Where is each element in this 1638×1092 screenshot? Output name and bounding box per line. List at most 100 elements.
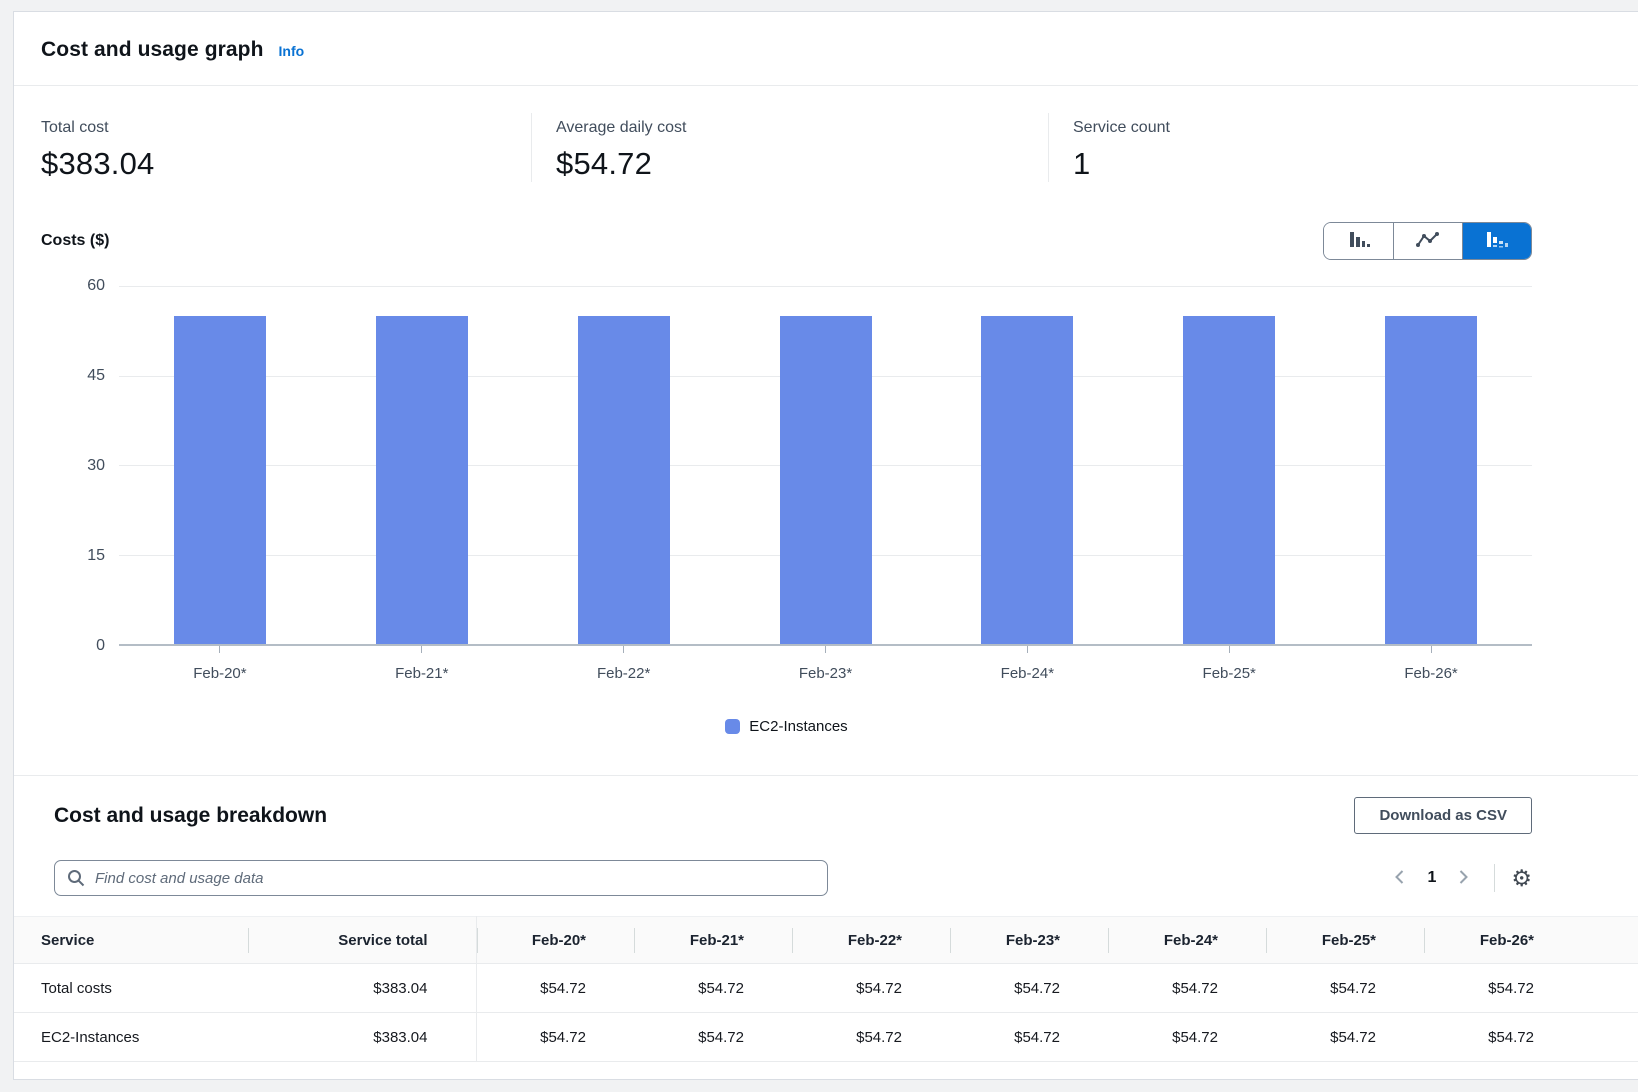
value-cell: $54.72 — [950, 1013, 1108, 1062]
bar-Feb-25*[interactable] — [1183, 316, 1275, 644]
y-axis-labels: 604530150 — [41, 286, 119, 646]
line-chart-toggle-button[interactable] — [1393, 223, 1462, 259]
chevron-right-icon — [1454, 868, 1472, 889]
bar-Feb-21*[interactable] — [376, 316, 468, 644]
chart-type-toggle — [1323, 222, 1532, 260]
stacked-bar-chart-toggle-button[interactable] — [1462, 223, 1531, 259]
controls-divider — [1494, 864, 1495, 892]
column-header-service: Service — [14, 917, 248, 964]
legend-label[interactable]: EC2-Instances — [749, 718, 847, 735]
x-axis-slot: Feb-23* — [725, 646, 927, 682]
current-page-number[interactable]: 1 — [1427, 869, 1436, 887]
value-cell: $54.72 — [1424, 964, 1582, 1013]
chart-legend: EC2-Instances — [41, 718, 1532, 775]
value-cell: $54.72 — [792, 1013, 950, 1062]
x-axis-label: Feb-22* — [523, 665, 725, 682]
value-cell: $54.72 — [1266, 964, 1424, 1013]
value-cell: $54.72 — [476, 964, 634, 1013]
stat-service-count: Service count 1 — [1048, 113, 1565, 182]
card-header: Cost and usage graph Info — [14, 12, 1638, 86]
bar-slot — [1128, 286, 1330, 644]
value-cell: $54.72 — [1266, 1013, 1424, 1062]
x-tick-mark — [1027, 646, 1028, 653]
bar-slot — [1330, 286, 1532, 644]
table-settings-button[interactable]: ⚙ — [1511, 867, 1532, 890]
search-input[interactable] — [54, 860, 828, 896]
search-icon — [66, 868, 86, 893]
cost-and-usage-card: Cost and usage graph Info Total cost $38… — [13, 11, 1638, 1080]
x-axis-slot: Feb-22* — [523, 646, 725, 682]
gear-icon: ⚙ — [1511, 865, 1532, 891]
bar-Feb-20*[interactable] — [174, 316, 266, 644]
bar-chart-toggle-button[interactable] — [1324, 223, 1393, 259]
y-tick-label: 15 — [87, 547, 105, 565]
y-tick-label: 45 — [87, 367, 105, 385]
x-tick-mark — [1229, 646, 1230, 653]
value-cell: $383.04 — [248, 964, 476, 1013]
value-cell: $54.72 — [634, 964, 792, 1013]
stacked-bar-chart-icon — [1484, 229, 1510, 254]
bar-Feb-24*[interactable] — [981, 316, 1073, 644]
plot-area — [119, 286, 1532, 646]
chart-axis-title: Costs ($) — [41, 232, 109, 250]
bar-Feb-26*[interactable] — [1385, 316, 1477, 644]
x-axis-label: Feb-21* — [321, 665, 523, 682]
bar-slot — [926, 286, 1128, 644]
value-cell: $383.04 — [248, 1013, 476, 1062]
column-header-feb-22: Feb-22* — [792, 917, 950, 964]
value-cell: $54.72 — [1108, 964, 1266, 1013]
x-axis-label: Feb-23* — [725, 665, 927, 682]
x-tick-mark — [623, 646, 624, 653]
info-link[interactable]: Info — [279, 43, 305, 59]
y-tick-label: 0 — [96, 637, 105, 655]
column-header-feb-21: Feb-21* — [634, 917, 792, 964]
column-header-feb-23: Feb-23* — [950, 917, 1108, 964]
page-title: Cost and usage graph — [41, 38, 264, 62]
bar-chart-icon — [1347, 229, 1371, 254]
value-cell: $54.72 — [950, 964, 1108, 1013]
x-tick-mark — [825, 646, 826, 653]
service-name-cell: EC2-Instances — [14, 1013, 248, 1062]
stat-label: Average daily cost — [556, 119, 1024, 137]
x-tick-mark — [421, 646, 422, 653]
bar-Feb-23*[interactable] — [780, 316, 872, 644]
column-header-feb-25: Feb-25* — [1266, 917, 1424, 964]
x-axis-slot: Feb-24* — [926, 646, 1128, 682]
x-axis-slot: Feb-21* — [321, 646, 523, 682]
value-cell: $54.72 — [1424, 1013, 1582, 1062]
stat-total-cost: Total cost $383.04 — [14, 113, 531, 182]
column-header-service-total: Service total — [248, 917, 476, 964]
bar-slot — [321, 286, 523, 644]
stat-value: $383.04 — [41, 146, 507, 182]
y-tick-label: 60 — [87, 277, 105, 295]
stat-average-daily-cost: Average daily cost $54.72 — [531, 113, 1048, 182]
service-name-cell: Total costs — [14, 964, 248, 1013]
stat-label: Total cost — [41, 119, 507, 137]
x-tick-mark — [1431, 646, 1432, 653]
x-axis-label: Feb-20* — [119, 665, 321, 682]
table-row: EC2-Instances$383.04$54.72$54.72$54.72$5… — [14, 1013, 1638, 1062]
previous-page-button[interactable] — [1387, 864, 1413, 893]
download-csv-button[interactable]: Download as CSV — [1354, 797, 1532, 834]
chevron-left-icon — [1391, 868, 1409, 889]
x-axis-label: Feb-25* — [1128, 665, 1330, 682]
legend-color-chip[interactable] — [725, 719, 740, 734]
table-header: ServiceService totalFeb-20*Feb-21*Feb-22… — [14, 917, 1638, 964]
column-header-feb-20: Feb-20* — [476, 917, 634, 964]
x-tick-mark — [219, 646, 220, 653]
stat-value: 1 — [1073, 146, 1541, 182]
breakdown-title: Cost and usage breakdown — [41, 804, 327, 828]
bar-Feb-22*[interactable] — [578, 316, 670, 644]
value-cell: $54.72 — [792, 964, 950, 1013]
bar-slot — [725, 286, 927, 644]
x-axis-slot: Feb-25* — [1128, 646, 1330, 682]
x-axis-slot: Feb-26* — [1330, 646, 1532, 682]
next-page-button[interactable] — [1450, 864, 1476, 893]
breakdown-section: Cost and usage breakdown Download as CSV — [14, 775, 1638, 896]
bars-row — [119, 286, 1532, 644]
bar-slot — [523, 286, 725, 644]
column-header-feb-26: Feb-26* — [1424, 917, 1582, 964]
value-cell: $54.72 — [634, 1013, 792, 1062]
value-cell: $54.72 — [1108, 1013, 1266, 1062]
stat-label: Service count — [1073, 119, 1541, 137]
